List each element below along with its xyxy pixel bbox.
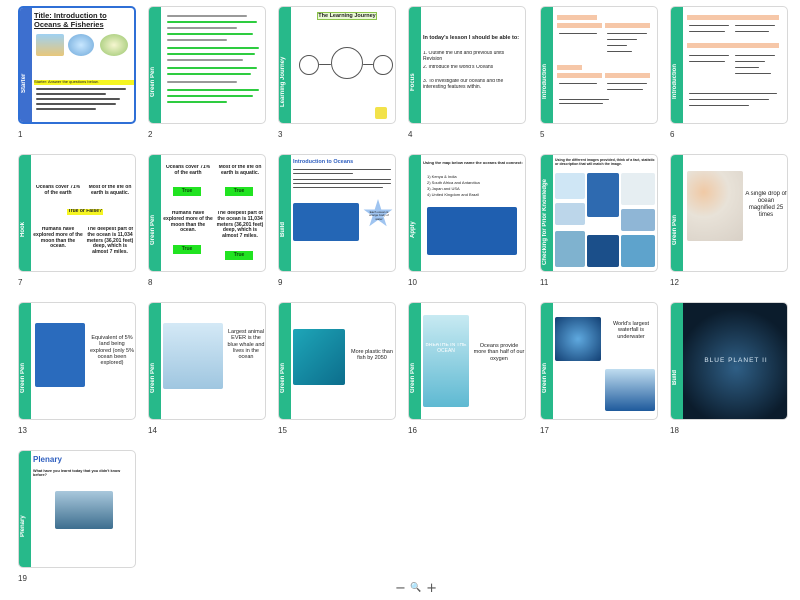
objective-3: 3. To investigate our oceans and the int… (423, 79, 504, 90)
lesson-intro: In today's lesson I should be able to: (423, 35, 520, 41)
slide-16[interactable]: Green Pen BREATHE IN THE OCEAN Oceans pr… (408, 302, 526, 420)
ocean-map-image (35, 323, 85, 387)
logo-image (375, 107, 387, 119)
slide-thumb-9[interactable]: Build Introduction to Oceans Each ocean … (278, 154, 396, 287)
true-false-label: True or False? (67, 209, 103, 215)
slide-11[interactable]: Checking for Prior Knowledge Using the d… (540, 154, 658, 272)
slide-thumb-1[interactable]: Starter Title: Introduction to Oceans & … (18, 6, 136, 139)
answer-box: True (225, 251, 253, 260)
slide-14[interactable]: Green Pen Largest animal EVER is the blu… (148, 302, 266, 420)
slide-thumb-15[interactable]: Green Pen More plastic than fish by 2050… (278, 302, 396, 435)
slide-thumb-17[interactable]: Green Pen World's largest waterfall is u… (540, 302, 658, 435)
slide-19[interactable]: Plenary Plenary What have you learnt tod… (18, 450, 136, 568)
slide-8[interactable]: Green Pen Oceans cover 71% of the earth … (148, 154, 266, 272)
plastic-fish-image (293, 329, 345, 385)
slide-4[interactable]: Focus In today's lesson I should be able… (408, 6, 526, 124)
slide-7[interactable]: Hook Oceans cover 71% of the earth Most … (18, 154, 136, 272)
slide-thumb-8[interactable]: Green Pen Oceans cover 71% of the earth … (148, 154, 266, 287)
slide-thumb-7[interactable]: Hook Oceans cover 71% of the earth Most … (18, 154, 136, 287)
breathe-ocean-image (423, 315, 469, 407)
world-map-image (427, 207, 517, 255)
search-icon[interactable]: 🔍 (410, 583, 421, 593)
slide-title: The Learning Journey (317, 12, 377, 21)
slide-thumb-3[interactable]: Learning Journey The Learning Journey 3 (278, 6, 396, 139)
zoom-in-button[interactable]: + (426, 581, 437, 596)
answer-box: True (173, 187, 201, 196)
slide-6[interactable]: Introduction (670, 6, 788, 124)
objective-1: 1. Outline the unit and previous units R… (423, 51, 505, 62)
zoom-out-button[interactable]: − (395, 581, 406, 596)
slide-thumb-10[interactable]: Apply Using the map below name the ocean… (408, 154, 526, 287)
slide-thumb-12[interactable]: Green Pen A single drop of ocean magnifi… (670, 154, 788, 287)
slide-thumb-18[interactable]: Build BLUE PLANET II 18 (670, 302, 788, 435)
slide-5[interactable]: Introduction (540, 6, 658, 124)
slide-thumb-11[interactable]: Checking for Prior Knowledge Using the d… (540, 154, 658, 287)
plankton-image (687, 171, 743, 241)
slide-15[interactable]: Green Pen More plastic than fish by 2050 (278, 302, 396, 420)
whale-tail-image (55, 491, 113, 529)
slide-thumb-4[interactable]: Focus In today's lesson I should be able… (408, 6, 526, 139)
slide-thumb-16[interactable]: Green Pen BREATHE IN THE OCEAN Oceans pr… (408, 302, 526, 435)
slide-17[interactable]: Green Pen World's largest waterfall is u… (540, 302, 658, 420)
world-map-image (293, 203, 359, 241)
zoom-controls: − 🔍 + (395, 579, 437, 597)
earth-diagram-image (100, 34, 128, 56)
slide-thumb-13[interactable]: Green Pen Equivalent of 5% land being ex… (18, 302, 136, 435)
fish-cycle-image (68, 34, 94, 56)
slide-thumb-5[interactable]: Introduction 5 (540, 6, 658, 139)
starter-text: Starter: Answer the questions below. (34, 80, 134, 85)
slide-9[interactable]: Build Introduction to Oceans Each ocean … (278, 154, 396, 272)
waterfall-image (555, 317, 601, 361)
slide-thumb-6[interactable]: Introduction 6 (670, 6, 788, 139)
slide-thumb-2[interactable]: Green Pen 2 (148, 6, 266, 139)
slide-13[interactable]: Green Pen Equivalent of 5% land being ex… (18, 302, 136, 420)
slide-12[interactable]: Green Pen A single drop of ocean magnifi… (670, 154, 788, 272)
slide-title: Title: Introduction to Oceans & Fisherie… (34, 12, 107, 29)
slide-thumb-19[interactable]: Plenary Plenary What have you learnt tod… (18, 450, 136, 583)
slide-10[interactable]: Apply Using the map below name the ocean… (408, 154, 526, 272)
slide-title: Introduction to Oceans (293, 159, 354, 165)
answer-box: True (225, 187, 253, 196)
slide-3[interactable]: Learning Journey The Learning Journey (278, 6, 396, 124)
ocean-image (36, 34, 64, 56)
slide-sorter-grid: Starter Title: Introduction to Oceans & … (0, 0, 800, 600)
slide-band: Starter (20, 8, 32, 122)
slide-thumb-14[interactable]: Green Pen Largest animal EVER is the blu… (148, 302, 266, 435)
slide-title: Plenary (33, 455, 62, 464)
slide-2[interactable]: Green Pen (148, 6, 266, 124)
slide-18[interactable]: Build BLUE PLANET II (670, 302, 788, 420)
slide-1[interactable]: Starter Title: Introduction to Oceans & … (18, 6, 136, 124)
waterfall-diagram-image (605, 369, 655, 411)
objective-2: 2. Introduce the world's Oceans (423, 65, 494, 70)
answer-box: True (173, 245, 201, 254)
whale-comparison-image (163, 323, 223, 389)
